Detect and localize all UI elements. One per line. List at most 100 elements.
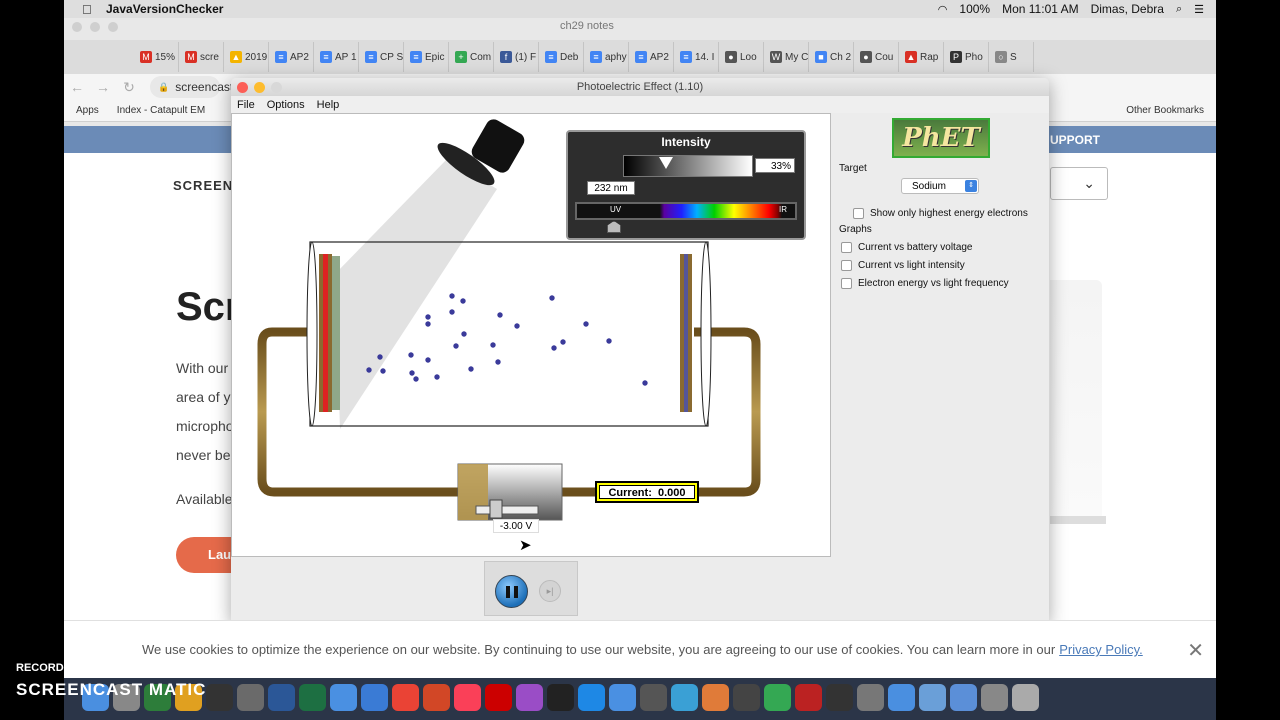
phet-logo: PhET <box>892 118 990 158</box>
browser-tab[interactable]: ≡ Deb <box>541 42 584 72</box>
dock-app-icon[interactable] <box>950 684 977 711</box>
browser-tab[interactable]: ■ Ch 2 <box>811 42 854 72</box>
browser-tab[interactable]: ≡ AP2 <box>271 42 314 72</box>
dock-app-icon[interactable] <box>671 684 698 711</box>
checkbox-label: Current vs battery voltage <box>858 242 973 253</box>
tab-favicon-icon: ▲ <box>230 51 242 63</box>
menu-options[interactable]: Options <box>267 99 305 111</box>
dock-app-icon[interactable] <box>361 684 388 711</box>
dock-app-icon[interactable] <box>733 684 760 711</box>
browser-tab[interactable]: ≡ aphy <box>586 42 629 72</box>
voltage-slider-thumb <box>489 499 503 519</box>
bookmark-other[interactable]: Other Bookmarks <box>1126 105 1204 116</box>
dock-app-icon[interactable] <box>888 684 915 711</box>
dock-app-icon[interactable] <box>547 684 574 711</box>
dock-app-icon[interactable] <box>237 684 264 711</box>
wavelength-field[interactable]: 232 nm <box>587 181 635 195</box>
dock-app-icon[interactable] <box>795 684 822 711</box>
dock-app-icon[interactable] <box>423 684 450 711</box>
wavelength-spectrum-slider[interactable] <box>575 202 797 220</box>
browser-tab[interactable]: ≡ Epic <box>406 42 449 72</box>
bookmark-index[interactable]: Index - Catapult EM <box>117 105 205 116</box>
menu-list-icon[interactable]: ☰ <box>1194 3 1204 16</box>
dock-app-icon[interactable] <box>454 684 481 711</box>
battery-label: 100% <box>959 2 991 16</box>
graph-energy-vs-frequency-checkbox[interactable]: Electron energy vs light frequency <box>841 278 1009 289</box>
address-bar[interactable]: 🔒 screencast <box>150 76 233 98</box>
dock-app-icon[interactable] <box>702 684 729 711</box>
dock-app-icon[interactable] <box>330 684 357 711</box>
dock-app-icon[interactable] <box>299 684 326 711</box>
tab-label: Loo <box>740 51 757 63</box>
privacy-policy-link[interactable]: Privacy Policy. <box>1059 642 1143 657</box>
dock-app-icon[interactable] <box>206 684 233 711</box>
browser-tab[interactable]: ● Cou <box>856 42 899 72</box>
apple-icon[interactable]:  <box>82 2 96 17</box>
graph-current-vs-intensity-checkbox[interactable]: Current vs light intensity <box>841 260 965 271</box>
browser-tab[interactable]: M 15% <box>136 42 179 72</box>
tab-favicon-icon: M <box>140 51 152 63</box>
dock-app-icon[interactable] <box>826 684 853 711</box>
menu-file[interactable]: File <box>237 99 255 111</box>
search-icon[interactable]: ⌕ <box>1176 3 1182 16</box>
cookie-text: We use cookies to optimize the experienc… <box>142 642 1056 657</box>
clock[interactable]: Mon 11:01 AM <box>1002 2 1079 16</box>
back-icon[interactable]: ← <box>64 79 90 95</box>
zoom-window-button[interactable] <box>271 82 282 93</box>
dock-app-icon[interactable] <box>764 684 791 711</box>
intensity-percent-field[interactable]: 33% <box>755 158 795 173</box>
pause-button[interactable] <box>495 575 528 608</box>
browser-tab[interactable]: Mscre <box>181 42 224 72</box>
intensity-slider[interactable] <box>623 155 753 177</box>
browser-tab[interactable]: ≡ 14. I <box>676 42 719 72</box>
launch-button[interactable]: Lau <box>176 537 236 573</box>
phet-window-title: Photoelectric Effect (1.10) <box>231 78 1049 96</box>
browser-tab[interactable]: W My C <box>766 42 809 72</box>
dock-app-icon[interactable] <box>857 684 884 711</box>
site-dropdown[interactable]: ⌄ <box>1050 167 1108 200</box>
laptop-base-image <box>1050 516 1106 524</box>
target-select[interactable]: Sodium ⇕ <box>901 178 979 194</box>
dock-app-icon[interactable] <box>516 684 543 711</box>
browser-tab[interactable]: ≡ CP S <box>361 42 404 72</box>
dock-app-icon[interactable] <box>392 684 419 711</box>
dock-app-icon[interactable] <box>919 684 946 711</box>
close-window-button[interactable] <box>237 82 248 93</box>
step-button[interactable]: ▸| <box>539 580 561 602</box>
mac-menubar:  JavaVersionChecker ◠ 100% Mon 11:01 AM… <box>64 0 1216 18</box>
dock-app-icon[interactable] <box>578 684 605 711</box>
support-link[interactable]: UPPORT <box>1050 133 1100 147</box>
browser-tab[interactable]: + Com <box>451 42 494 72</box>
minimize-window-button[interactable] <box>254 82 265 93</box>
dock-app-icon[interactable] <box>609 684 636 711</box>
close-icon[interactable]: ✕ <box>1187 638 1204 663</box>
browser-tab[interactable]: ▲ Rap <box>901 42 944 72</box>
wifi-icon[interactable]: ◠ <box>938 3 948 16</box>
mouse-cursor-icon: ➤ <box>519 537 532 554</box>
dock-app-icon[interactable] <box>485 684 512 711</box>
bookmark-apps[interactable]: Apps <box>76 105 99 116</box>
browser-tab[interactable]: ▲ 2019 <box>226 42 269 72</box>
tab-favicon-icon: ≡ <box>410 51 422 63</box>
browser-tab[interactable]: ● Loo <box>721 42 764 72</box>
forward-icon[interactable]: → <box>90 79 116 95</box>
browser-tab[interactable]: f (1) F <box>496 42 539 72</box>
show-highest-energy-checkbox[interactable]: Show only highest energy electrons <box>853 208 1028 219</box>
dock-app-icon[interactable] <box>1012 684 1039 711</box>
browser-tab[interactable]: ≡ AP2 <box>631 42 674 72</box>
dock-app-icon[interactable] <box>268 684 295 711</box>
reload-icon[interactable]: ↻ <box>116 79 142 96</box>
user-name[interactable]: Dimas, Debra <box>1091 2 1164 16</box>
tab-favicon-icon: ■ <box>815 51 827 63</box>
menu-help[interactable]: Help <box>317 99 340 111</box>
dock-app-icon[interactable] <box>981 684 1008 711</box>
browser-tab[interactable]: P Pho <box>946 42 989 72</box>
active-app-name[interactable]: JavaVersionChecker <box>106 2 223 16</box>
intensity-slider-thumb[interactable] <box>658 157 673 169</box>
browser-tab[interactable]: ≡ AP 1 <box>316 42 359 72</box>
collector-surface <box>684 254 688 412</box>
graph-current-vs-voltage-checkbox[interactable]: Current vs battery voltage <box>841 242 973 253</box>
dock-app-icon[interactable] <box>640 684 667 711</box>
browser-tab[interactable]: ○ S <box>991 42 1034 72</box>
emitter-surface <box>323 254 328 412</box>
